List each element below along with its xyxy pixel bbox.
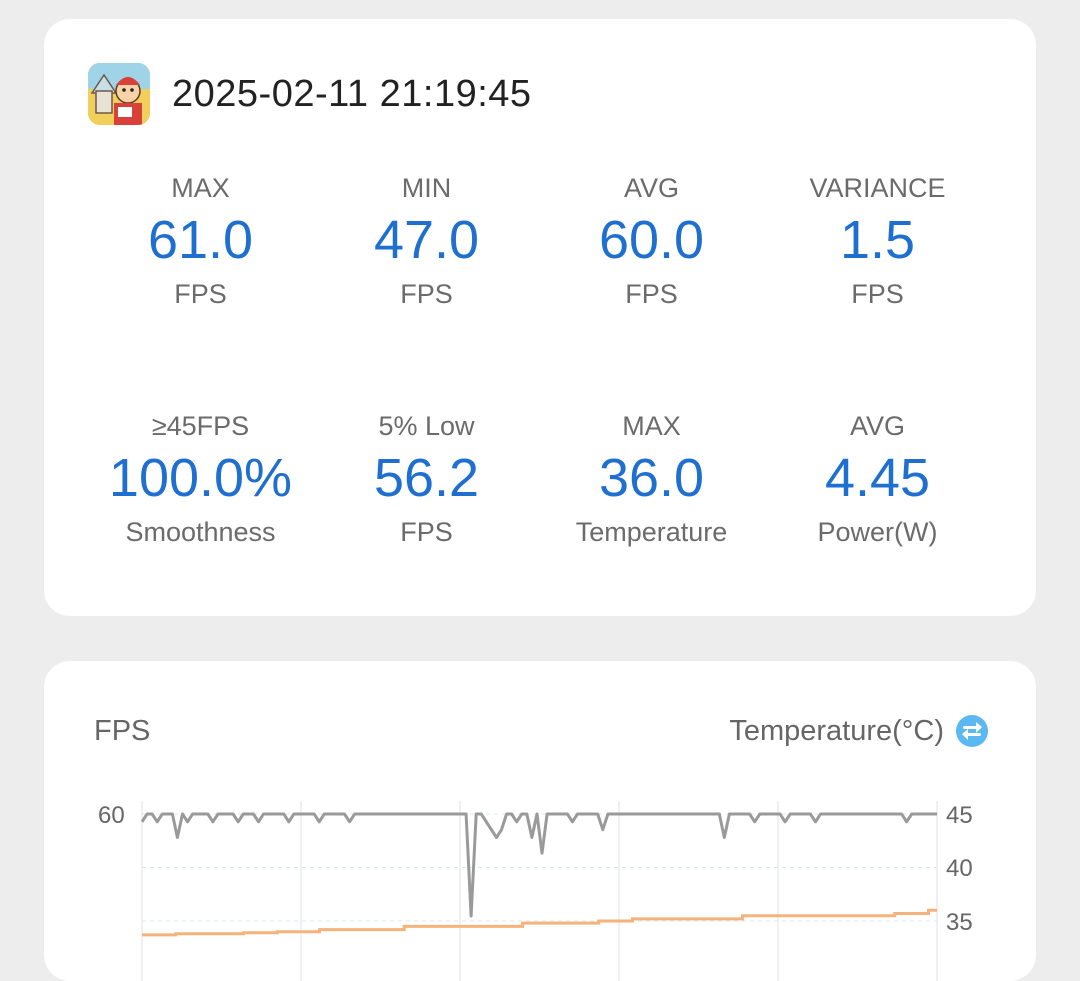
stat-unit: FPS (400, 517, 453, 547)
game-app-icon (88, 63, 150, 125)
stat-5pct-low: 5% Low 56.2 FPS (314, 408, 539, 550)
stat-label: AVG (623, 173, 679, 203)
stat-unit: FPS (400, 279, 453, 309)
stat-label: MIN (401, 173, 452, 203)
stat-value: 1.5 (839, 210, 916, 270)
stat-avg-power: AVG 4.45 Power(W) (765, 408, 990, 550)
stat-unit: Power(W) (817, 517, 938, 547)
session-timestamp: 2025-02-11 21:19:45 (172, 72, 532, 115)
stats-card: 2025-02-11 21:19:45 MAX 61.0 FPS MIN 47.… (44, 19, 1036, 616)
fps-tick-label: 60 (98, 802, 125, 829)
stat-unit: Smoothness (125, 517, 276, 547)
stat-value: 60.0 (598, 210, 705, 270)
fps-line (140, 812, 937, 918)
stat-min-fps: MIN 47.0 FPS (314, 170, 539, 312)
stat-value: 36.0 (598, 448, 705, 508)
stat-max-fps: MAX 61.0 FPS (88, 170, 313, 312)
temperature-tick-label: 40 (946, 855, 973, 882)
stat-unit: FPS (174, 279, 227, 309)
stat-value: 56.2 (373, 448, 480, 508)
stat-label: MAX (171, 173, 230, 203)
stat-label: AVG (849, 411, 905, 441)
stat-unit: FPS (851, 279, 904, 309)
temperature-tick-label: 35 (946, 909, 973, 936)
temperature-tick-label: 45 (946, 802, 973, 829)
stat-label: MAX (622, 411, 681, 441)
session-header: 2025-02-11 21:19:45 (88, 63, 532, 125)
chart-card: FPS Temperature(°C) 60 45 40 35 (44, 661, 1036, 981)
stat-label: 5% Low (378, 411, 475, 441)
stat-value: 47.0 (373, 210, 480, 270)
stat-value: 4.45 (824, 448, 931, 508)
stat-label: VARIANCE (809, 173, 946, 203)
stat-value: 61.0 (147, 210, 254, 270)
stat-label: ≥45FPS (151, 411, 250, 441)
stat-variance: VARIANCE 1.5 FPS (765, 170, 990, 312)
fps-temperature-chart (140, 801, 938, 981)
stat-unit: FPS (625, 279, 678, 309)
temperature-line (142, 908, 937, 937)
stat-smoothness: ≥45FPS 100.0% Smoothness (88, 408, 313, 550)
stat-value: 100.0% (108, 448, 293, 508)
stat-avg-fps: AVG 60.0 FPS (539, 170, 764, 312)
stat-max-temperature: MAX 36.0 Temperature (539, 408, 764, 550)
stat-unit: Temperature (575, 517, 728, 547)
